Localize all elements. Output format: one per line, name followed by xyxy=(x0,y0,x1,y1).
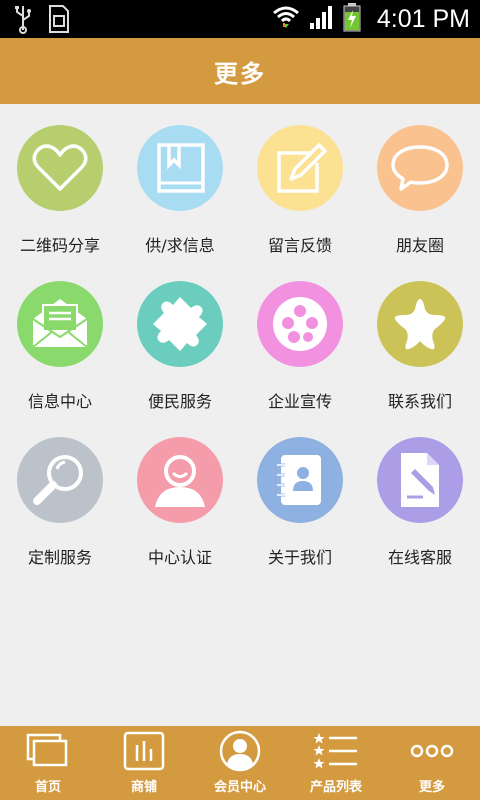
magnifier-icon xyxy=(17,437,103,523)
grid-item-contact-us[interactable]: 联系我们 xyxy=(360,260,480,416)
signal-icon xyxy=(309,3,335,35)
home-windows-icon xyxy=(25,730,71,772)
nav-label: 产品列表 xyxy=(309,780,362,795)
nav-more[interactable]: 更多 xyxy=(384,726,480,800)
chat-bubble-icon xyxy=(377,125,463,211)
grid-item-label: 在线客服 xyxy=(387,548,452,567)
grid-item-corporate-promotion[interactable]: 企业宣传 xyxy=(240,260,360,416)
grid-item-label: 二维码分享 xyxy=(19,236,100,255)
app-header: 更多 xyxy=(0,38,480,104)
grid-item-label: 留言反馈 xyxy=(267,236,332,255)
book-icon xyxy=(137,125,223,211)
edit-note-icon xyxy=(257,125,343,211)
film-reel-icon xyxy=(257,281,343,367)
mail-icon xyxy=(17,281,103,367)
bottom-nav: 首页 商铺 会员中心 产品列表 更多 xyxy=(0,726,480,800)
grid-item-info-center[interactable]: 信息中心 xyxy=(0,260,120,416)
nav-label: 更多 xyxy=(418,780,445,795)
shop-icon xyxy=(121,730,167,772)
grid-item-label: 关于我们 xyxy=(267,548,332,567)
grid-item-center-certification[interactable]: 中心认证 xyxy=(120,416,240,572)
grid-item-custom-service[interactable]: 定制服务 xyxy=(0,416,120,572)
status-time: 4:01 PM xyxy=(376,4,470,33)
member-icon xyxy=(217,730,263,772)
puzzle-icon xyxy=(137,281,223,367)
nav-shop[interactable]: 商铺 xyxy=(96,726,192,800)
grid-item-feedback[interactable]: 留言反馈 xyxy=(240,104,360,260)
contacts-book-icon xyxy=(257,437,343,523)
grid-item-convenience-services[interactable]: 便民服务 xyxy=(120,260,240,416)
grid-item-online-service[interactable]: 在线客服 xyxy=(360,416,480,572)
battery-icon xyxy=(343,2,361,36)
grid-item-label: 联系我们 xyxy=(387,392,452,411)
grid-item-about-us[interactable]: 关于我们 xyxy=(240,416,360,572)
grid-item-qrcode-share[interactable]: 二维码分享 xyxy=(0,104,120,260)
user-icon xyxy=(137,437,223,523)
status-bar: 4:01 PM xyxy=(0,0,480,38)
more-dots-icon xyxy=(409,730,455,772)
nav-label: 商铺 xyxy=(130,780,157,795)
document-edit-icon xyxy=(377,437,463,523)
star-icon xyxy=(377,281,463,367)
nav-member-center[interactable]: 会员中心 xyxy=(192,726,288,800)
nav-label: 首页 xyxy=(34,780,61,795)
list-icon xyxy=(313,730,359,772)
grid-item-label: 朋友圈 xyxy=(395,236,444,255)
wifi-icon xyxy=(271,3,301,35)
grid-item-label: 企业宣传 xyxy=(267,392,332,411)
grid-item-supply-demand[interactable]: 供/求信息 xyxy=(120,104,240,260)
page-title: 更多 xyxy=(214,59,266,88)
grid-item-label: 供/求信息 xyxy=(145,236,215,255)
grid-item-label: 便民服务 xyxy=(147,392,212,411)
grid-item-label: 中心认证 xyxy=(147,548,212,567)
heart-icon xyxy=(17,125,103,211)
usb-icon xyxy=(12,4,34,38)
nav-product-list[interactable]: 产品列表 xyxy=(288,726,384,800)
nav-label: 会员中心 xyxy=(213,780,266,795)
nav-home[interactable]: 首页 xyxy=(0,726,96,800)
grid-item-label: 定制服务 xyxy=(27,548,92,567)
grid-item-moments[interactable]: 朋友圈 xyxy=(360,104,480,260)
grid-item-label: 信息中心 xyxy=(27,392,92,411)
sim-icon xyxy=(48,4,70,38)
